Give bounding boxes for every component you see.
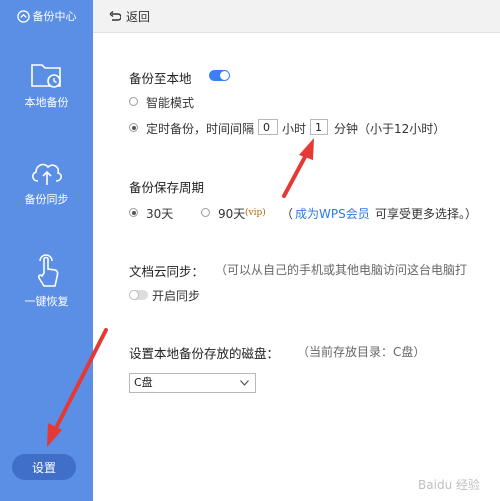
disk-hint: （当前存放目录：C盘） — [297, 345, 426, 359]
vip-badge: (vip) — [245, 208, 266, 218]
top-bar: 返回 — [93, 0, 500, 33]
app-title-text: 备份中心 — [32, 10, 77, 23]
retention-member-suffix: 可享受更多选择。） — [375, 207, 478, 221]
folder-clock-icon — [30, 64, 61, 88]
disk-select[interactable]: C盘 — [129, 373, 256, 393]
cloud-sync-title: 文档云同步： — [129, 264, 205, 279]
back-button[interactable]: 返回 — [109, 8, 150, 25]
sidebar-item-label: 一键恢复 — [24, 295, 69, 308]
cloud-sync-toggle-label: 开启同步 — [152, 289, 201, 303]
settings-panel: 备份至本地 智能模式 定时备份，时间间隔 小时 分钟（小于12小时） 备份保存周… — [93, 33, 500, 501]
disk-select-value: C盘 — [134, 376, 153, 389]
sidebar-item-label: 备份同步 — [24, 193, 69, 206]
cloud-sync-toggle[interactable] — [129, 290, 148, 300]
baidu-watermark: Baidu 经验 — [418, 478, 480, 492]
cloud-upload-icon — [31, 163, 62, 185]
retention-90-label: 90天 — [218, 207, 246, 221]
hours-unit-label: 小时 — [282, 122, 307, 136]
minutes-unit-label: 分钟（小于12小时） — [334, 122, 446, 136]
minutes-input[interactable] — [310, 119, 328, 135]
sidebar-item-local-backup[interactable]: 本地备份 — [0, 60, 93, 140]
disk-title: 设置本地备份存放的磁盘： — [129, 346, 280, 361]
smart-mode-label: 智能模式 — [146, 96, 195, 110]
sidebar-item-label: 本地备份 — [24, 96, 69, 109]
retention-30-label: 30天 — [146, 207, 174, 221]
cloud-sync-hint: （可以从自己的手机或其他电脑访问这台电脑打 — [215, 263, 468, 277]
chevron-down-icon — [240, 380, 249, 386]
retention-90-radio[interactable] — [201, 208, 210, 217]
retention-30-radio[interactable] — [129, 208, 138, 217]
sidebar: 备份中心 本地备份 备份同步 一键恢复 设置 — [0, 0, 93, 501]
settings-button[interactable]: 设置 — [12, 454, 76, 480]
back-label: 返回 — [126, 10, 151, 24]
retention-paren: （ — [281, 207, 294, 221]
sidebar-item-backup-sync[interactable]: 备份同步 — [0, 157, 93, 237]
undo-arrow-icon — [109, 10, 121, 21]
app-title: 备份中心 — [0, 0, 93, 32]
smart-mode-radio[interactable] — [129, 97, 138, 106]
retention-title: 备份保存周期 — [129, 180, 205, 195]
backup-center-logo-icon — [16, 9, 30, 23]
tap-hand-icon — [37, 254, 58, 287]
scheduled-backup-radio[interactable] — [129, 123, 138, 132]
hours-input[interactable] — [258, 119, 278, 135]
local-backup-toggle[interactable] — [209, 70, 230, 81]
scheduled-backup-label: 定时备份，时间间隔 — [146, 122, 255, 136]
sidebar-item-one-click-restore[interactable]: 一键恢复 — [0, 253, 93, 333]
local-backup-title: 备份至本地 — [129, 71, 192, 86]
wps-member-link[interactable]: 成为WPS会员 — [295, 205, 370, 222]
